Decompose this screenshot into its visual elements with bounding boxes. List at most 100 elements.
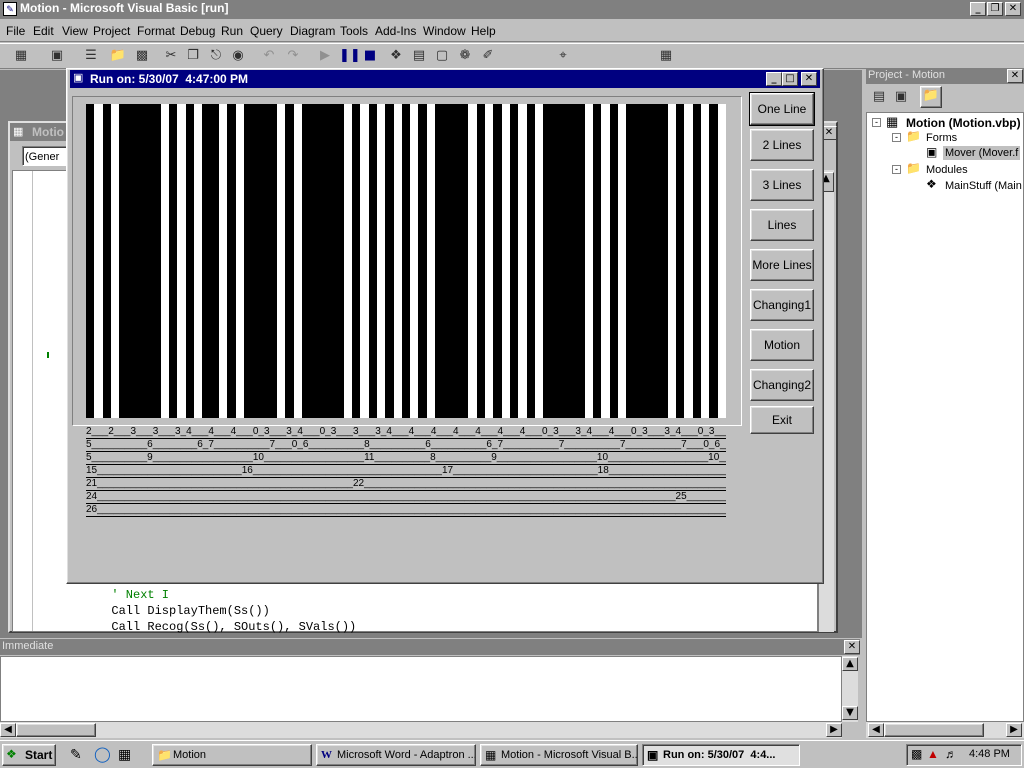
motion-button[interactable]: Motion [750,329,814,361]
toolbar [0,43,1024,69]
immediate-scroll-left-button[interactable]: ◀ [0,723,16,737]
stripe-white [160,104,170,418]
paste-icon[interactable]: ⎋ [207,47,225,65]
forms-collapse-toggle[interactable]: - [892,133,901,142]
add-form-icon[interactable]: ▣ [48,47,66,65]
project-scroll-left-button[interactable]: ◀ [868,723,884,737]
immediate-scroll-right-button[interactable]: ▶ [826,723,842,737]
form-close-button[interactable]: ✕ [801,72,817,86]
position-icon[interactable]: ⌖ [554,47,572,65]
object-browser-icon[interactable]: ❁ [456,47,474,65]
immediate-close-button[interactable]: ✕ [844,640,860,654]
restore-button[interactable]: ❐ [987,2,1003,16]
run-form-title: Run on: 5/30/07 4:47:00 PM [90,72,249,86]
module-item-mainstuff[interactable]: MainStuff (Main [945,179,1022,193]
find-icon[interactable]: ◉ [229,47,247,65]
menu-query[interactable]: Query [250,22,283,40]
immediate-hscroll-thumb[interactable] [16,723,96,737]
more-lines-button[interactable]: More Lines [750,249,814,281]
project-scroll-right-button[interactable]: ▶ [1006,723,1022,737]
quicklaunch-channels-icon[interactable]: ▦ [118,746,131,763]
menu-file[interactable]: File [6,22,25,40]
project-explorer-icon[interactable]: ❖ [387,47,405,65]
task-label: Run on: 5/30/07 4:4... [663,749,776,761]
immediate-scroll-down-button[interactable]: ▼ [842,706,858,720]
menu-view[interactable]: View [62,22,88,40]
menu-edit[interactable]: Edit [33,22,54,40]
properties-icon[interactable]: ▤ [410,47,428,65]
quicklaunch-desktop-icon[interactable]: ✎ [70,746,82,763]
menu-run[interactable]: Run [221,22,243,40]
tray-volume-icon[interactable]: ♬ [945,747,957,761]
toggle-folders-icon[interactable]: 📁 [920,86,942,108]
project-close-button[interactable]: ✕ [1007,69,1023,83]
one-line-button[interactable]: One Line [749,92,815,126]
task-word[interactable]: W Microsoft Word - Adaptron ... [316,744,476,766]
changing1-button[interactable]: Changing1 [750,289,814,321]
close-button[interactable]: ✕ [1005,2,1021,16]
start-button[interactable]: ❖ Start [2,744,56,766]
form-item-mover[interactable]: Mover (Mover.f [943,146,1021,160]
forms-folder[interactable]: Forms [926,131,957,145]
task-motion-folder[interactable]: 📁 Motion [152,744,312,766]
stripe-white [501,104,510,418]
modules-folder-icon: 📁 [906,161,921,175]
menu-editor-icon[interactable]: ☰ [82,47,100,65]
task-run-form[interactable]: ▣ Run on: 5/30/07 4:4... [642,744,800,766]
tray-network-icon[interactable]: ▩ [911,747,922,761]
three-lines-button[interactable]: 3 Lines [750,169,814,201]
view-object-icon[interactable]: ▣ [892,88,910,106]
size-icon[interactable]: ▦ [657,47,675,65]
add-project-icon[interactable]: ▦ [12,47,30,65]
modules-folder[interactable]: Modules [926,163,968,177]
end-icon[interactable]: ■ [361,47,379,65]
form-layout-icon[interactable]: ▢ [433,47,451,65]
immediate-scroll-up-button[interactable]: ▲ [842,657,858,671]
task-vb[interactable]: ▦ Motion - Microsoft Visual B... [480,744,638,766]
form-item-icon: ▣ [926,145,938,159]
copy-icon[interactable]: ❐ [184,47,202,65]
open-icon[interactable]: 📁 [109,47,127,65]
form-minimize-button[interactable]: _ [766,72,782,86]
modules-collapse-toggle[interactable]: - [892,165,901,174]
two-lines-button[interactable]: 2 Lines [750,129,814,161]
cut-icon[interactable]: ✂ [162,47,180,65]
immediate-hscrollbar[interactable] [0,722,842,738]
menu-add-ins[interactable]: Add-Ins [375,22,416,40]
form-maximize-button[interactable]: □ [782,72,798,86]
project-root[interactable]: Motion (Motion.vbp) [906,116,1021,130]
project-hscroll-thumb[interactable] [884,723,984,737]
stripe-white [94,104,103,418]
immediate-text-area[interactable] [0,656,842,722]
minimize-button[interactable]: _ [970,2,986,16]
redo-icon[interactable]: ↷ [284,47,302,65]
menu-window[interactable]: Window [423,22,466,40]
stripe-white [601,104,610,418]
menu-project[interactable]: Project [93,22,130,40]
menu-help[interactable]: Help [471,22,496,40]
exit-button[interactable]: Exit [750,406,814,434]
tray-antivirus-icon[interactable]: ▲ [927,747,939,761]
module-item-icon: ❖ [926,177,937,191]
lines-button[interactable]: Lines [750,209,814,241]
changing2-button[interactable]: Changing2 [750,369,814,401]
start-icon[interactable]: ▶ [316,47,334,65]
project-title: Project - Motion [868,69,946,81]
stripe-white [343,104,352,418]
stripe-white [177,104,186,418]
word-icon: W [321,749,332,761]
vb-app-icon[interactable]: ✎ [3,2,17,16]
object-combo[interactable]: (Gener [22,146,70,166]
menu-tools[interactable]: Tools [340,22,368,40]
save-icon[interactable]: ▩ [133,47,151,65]
stripe-white [684,104,693,418]
toolbox-icon[interactable]: ✐ [479,47,497,65]
menu-diagram[interactable]: Diagram [290,22,335,40]
menu-format[interactable]: Format [137,22,175,40]
view-code-icon[interactable]: ▤ [870,88,888,106]
menu-debug[interactable]: Debug [180,22,215,40]
break-icon[interactable]: ❚❚ [339,47,361,65]
undo-icon[interactable]: ↶ [260,47,278,65]
quicklaunch-ie-icon[interactable]: ◯ [94,745,111,763]
root-collapse-toggle[interactable]: - [872,118,881,127]
